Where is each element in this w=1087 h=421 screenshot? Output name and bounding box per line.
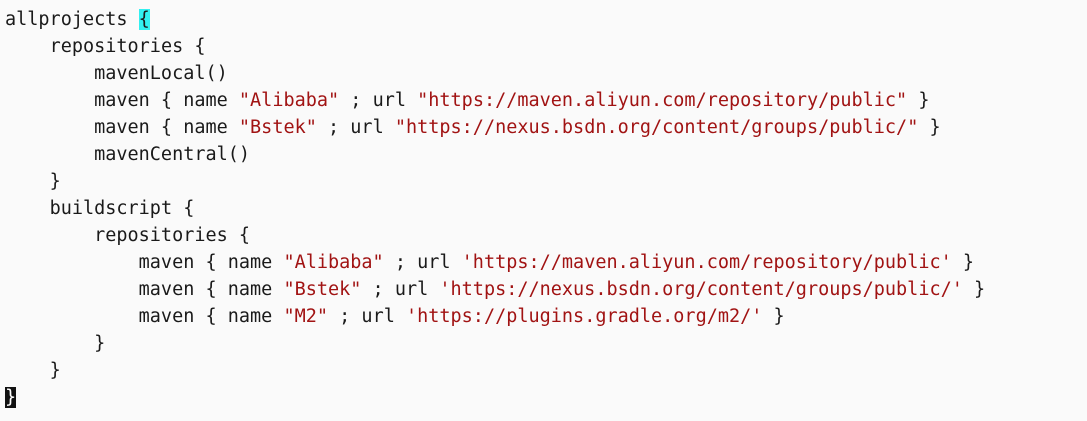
string-literal: 'https://nexus.bsdn.org/content/groups/p… [439,279,963,300]
code-token: } [762,306,785,327]
code-token: } [94,333,106,354]
string-literal: "Bstek" [283,279,362,300]
code-token: maven { name [138,279,284,300]
code-line[interactable]: } [5,357,1087,384]
code-token: maven { name [94,90,239,111]
code-token: maven { name [138,306,284,327]
string-literal: 'https://plugins.gradle.org/m2/' [405,306,763,327]
code-token: ; url [361,279,440,300]
code-token: ; url [328,306,406,327]
code-token: } [49,171,61,192]
string-literal: "https://maven.aliyun.com/repository/pub… [417,90,908,111]
code-token: mavenLocal() [94,63,228,84]
code-line[interactable]: } [5,330,1087,357]
code-line[interactable]: maven { name "Alibaba" ; url 'https://ma… [5,249,1087,276]
code-line[interactable]: repositories { [5,33,1087,60]
code-line[interactable]: mavenCentral() [5,141,1087,168]
code-token: repositories { [94,225,251,246]
code-token: buildscript { [49,198,195,219]
code-editor[interactable]: allprojects { repositories { mavenLocal(… [0,0,1087,421]
string-literal: "Alibaba" [283,252,384,273]
code-token: ; url [339,90,418,111]
code-line[interactable]: mavenLocal() [5,60,1087,87]
code-token: } [907,90,930,111]
matched-bracket: { [138,9,150,30]
code-token: } [951,252,975,273]
string-literal: "https://nexus.bsdn.org/content/groups/p… [394,117,919,138]
string-literal: "M2" [283,306,329,327]
string-literal: "Bstek" [238,117,317,138]
string-literal: 'https://maven.aliyun.com/repository/pub… [461,252,952,273]
text-cursor: } [5,387,17,408]
code-line[interactable]: } [5,384,1087,411]
code-token: maven { name [94,117,239,138]
code-token: ; url [316,117,395,138]
code-token: } [49,360,61,381]
code-token: mavenCentral() [94,144,251,165]
code-line[interactable]: } [5,168,1087,195]
code-line[interactable]: repositories { [5,222,1087,249]
code-line[interactable]: allprojects { [5,6,1087,33]
code-token: ; url [383,252,462,273]
code-token: allprojects [5,9,139,30]
code-line[interactable]: maven { name "Bstek" ; url "https://nexu… [5,114,1087,141]
code-token: } [962,279,986,300]
code-line[interactable]: maven { name "Alibaba" ; url "https://ma… [5,87,1087,114]
code-line[interactable]: maven { name "Bstek" ; url 'https://nexu… [5,276,1087,303]
code-token: } [918,117,941,138]
code-token: maven { name [138,252,284,273]
code-line[interactable]: maven { name "M2" ; url 'https://plugins… [5,303,1087,330]
code-token: repositories { [49,36,206,57]
code-line[interactable]: buildscript { [5,195,1087,222]
string-literal: "Alibaba" [238,90,340,111]
